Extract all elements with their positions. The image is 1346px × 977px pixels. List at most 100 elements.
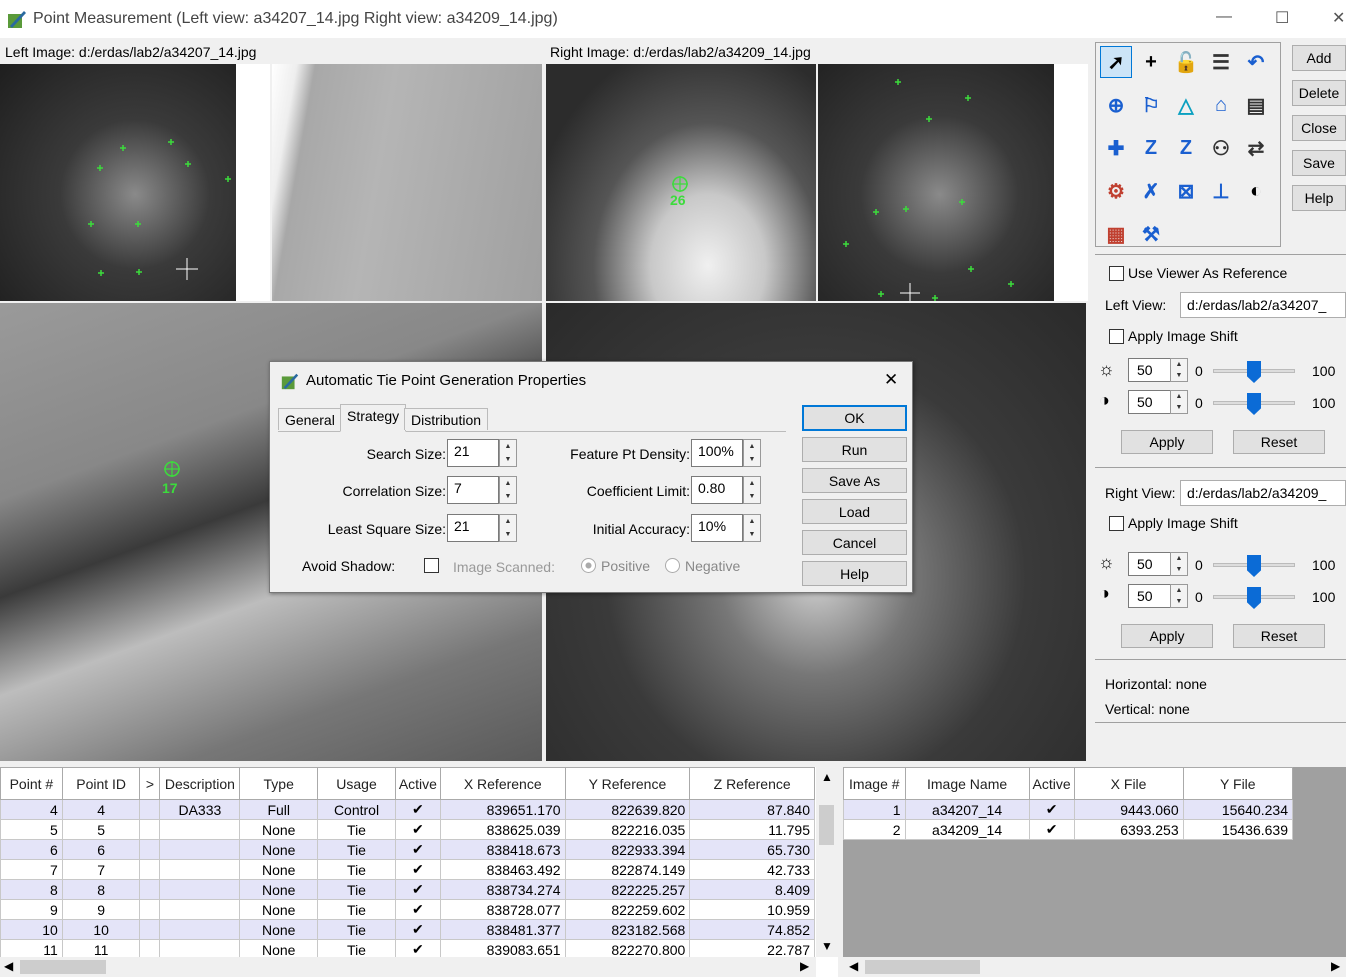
table-cell[interactable]: Full xyxy=(239,799,319,820)
table-row[interactable]: 2 a34209_14 ✔ 6393.253 15436.639 xyxy=(843,819,1294,840)
left-view-combo[interactable]: d:/erdas/lab2/a34207_ xyxy=(1180,292,1346,318)
right-overview-image[interactable] xyxy=(818,64,1088,301)
correlation-size-input[interactable]: 7 xyxy=(447,476,499,504)
maximize-button[interactable]: ☐ xyxy=(1275,8,1289,28)
table-cell[interactable] xyxy=(139,819,161,840)
right-reset-button[interactable]: Reset xyxy=(1233,624,1325,648)
table-cell[interactable]: DA333 xyxy=(159,799,241,820)
table-cell[interactable]: 10.959 xyxy=(689,899,815,920)
avoid-shadow-checkbox[interactable] xyxy=(424,558,439,573)
right-apply-shift-checkbox[interactable] xyxy=(1109,516,1124,531)
table-cell[interactable]: 822639.820 xyxy=(564,799,691,820)
table-row[interactable]: 8 8 None Tie ✔ 838734.274 822225.257 8.409 xyxy=(0,879,815,900)
points-horizontal-scrollbar[interactable]: ◀ ▶ xyxy=(0,957,816,977)
tab-distribution[interactable]: Distribution xyxy=(404,408,489,430)
column-header[interactable]: X Reference xyxy=(439,767,566,800)
table-cell[interactable]: 9 xyxy=(61,899,141,920)
grid-icon[interactable]: ▦ xyxy=(1100,218,1132,250)
table-cell[interactable]: a34209_14 xyxy=(904,819,1030,840)
use-viewer-reference-checkbox[interactable] xyxy=(1109,266,1124,281)
column-header[interactable]: Point ID xyxy=(61,767,141,800)
table-cell[interactable]: ✔ xyxy=(394,799,441,820)
column-header[interactable]: Active xyxy=(1028,767,1075,800)
column-header[interactable]: Y File xyxy=(1182,767,1294,800)
table-cell[interactable]: 6 xyxy=(61,839,141,860)
table-cell[interactable]: 11.795 xyxy=(689,819,815,840)
least-square-input[interactable]: 21 xyxy=(447,514,499,542)
table-cell[interactable]: 5 xyxy=(61,819,141,840)
table-cell[interactable]: 838734.274 xyxy=(439,879,566,900)
table-cell[interactable] xyxy=(139,799,161,820)
table-cell[interactable]: 6 xyxy=(0,839,63,860)
report-icon[interactable]: ▤ xyxy=(1240,89,1272,121)
dialog-help-button[interactable]: Help xyxy=(802,561,907,586)
table-row[interactable]: 5 5 None Tie ✔ 838625.039 822216.035 11.795 xyxy=(0,819,815,840)
properties-icon[interactable]: ⚒ xyxy=(1135,218,1167,250)
tab-general[interactable]: General xyxy=(278,408,342,430)
column-header[interactable]: Active xyxy=(394,767,441,800)
table-row[interactable]: 6 6 None Tie ✔ 838418.673 822933.394 65.730 xyxy=(0,839,815,860)
right-view-combo[interactable]: d:/erdas/lab2/a34209_ xyxy=(1180,480,1346,506)
save-button[interactable]: Save xyxy=(1292,150,1346,176)
tab-strategy[interactable]: Strategy xyxy=(340,404,407,432)
table-cell[interactable]: 838418.673 xyxy=(439,839,566,860)
table-cell[interactable]: a34207_14 xyxy=(904,799,1030,820)
table-cell[interactable]: 4 xyxy=(0,799,63,820)
table-cell[interactable]: 42.733 xyxy=(689,859,815,880)
z-box-icon[interactable]: Z xyxy=(1170,132,1202,164)
cancel-button[interactable]: Cancel xyxy=(802,530,907,555)
table-cell[interactable]: None xyxy=(239,879,319,900)
left-zoom-image[interactable] xyxy=(272,64,542,301)
right-contrast-spinner[interactable]: ▲ ▼ xyxy=(1170,584,1188,608)
close-window-button[interactable]: ✕ xyxy=(1332,8,1345,28)
right-brightness-spinner[interactable]: ▲ ▼ xyxy=(1170,552,1188,576)
table-cell[interactable]: 1 xyxy=(843,799,906,820)
left-reset-button[interactable]: Reset xyxy=(1233,430,1325,454)
table-cell[interactable]: ✔ xyxy=(394,839,441,860)
table-cell[interactable] xyxy=(159,899,241,920)
dialog-close-button[interactable]: ✕ xyxy=(884,370,898,390)
column-header[interactable]: > xyxy=(139,767,161,800)
table-icon[interactable]: ☰ xyxy=(1205,46,1237,78)
column-header[interactable]: Image Name xyxy=(904,767,1030,800)
table-cell[interactable]: 10 xyxy=(0,919,63,940)
adjust-icon[interactable]: ⚙ xyxy=(1100,175,1132,207)
table-cell[interactable] xyxy=(159,839,241,860)
feature-density-spinner[interactable]: ▲ ▼ xyxy=(743,439,761,467)
column-header[interactable]: Y Reference xyxy=(564,767,691,800)
drive-icon[interactable]: ⚐ xyxy=(1135,89,1167,121)
z-icon[interactable]: Z xyxy=(1135,132,1167,164)
left-apply-shift-checkbox[interactable] xyxy=(1109,329,1124,344)
table-cell[interactable] xyxy=(159,859,241,880)
table-cell[interactable]: 9443.060 xyxy=(1073,799,1184,820)
table-row[interactable]: 4 4 DA333 Full Control ✔ 839651.170 822639.820 8… xyxy=(0,799,815,820)
initial-accuracy-spinner[interactable]: ▲ ▼ xyxy=(743,514,761,542)
crosshair-icon[interactable]: + xyxy=(1135,46,1167,78)
table-cell[interactable]: 822216.035 xyxy=(564,819,691,840)
coefficient-limit-input[interactable]: 0.80 xyxy=(691,476,743,504)
scroll-left-icon[interactable]: ◀ xyxy=(849,959,858,973)
scroll-right-icon[interactable]: ▶ xyxy=(1331,959,1340,973)
table-cell[interactable]: 838463.492 xyxy=(439,859,566,880)
select-arrow-icon[interactable]: ➚ xyxy=(1100,46,1132,78)
image-horizontal-scrollbar[interactable]: ◀ ▶ xyxy=(843,957,1346,977)
table-cell[interactable]: 8 xyxy=(61,879,141,900)
close-button[interactable]: Close xyxy=(1292,115,1346,141)
table-cell[interactable]: Tie xyxy=(317,899,396,920)
feature-density-input[interactable]: 100% xyxy=(691,439,743,467)
left-overview-image[interactable] xyxy=(0,64,270,301)
table-cell[interactable]: Tie xyxy=(317,919,396,940)
column-header[interactable]: X File xyxy=(1073,767,1184,800)
level-icon[interactable]: ⊥ xyxy=(1205,175,1237,207)
correlation-size-spinner[interactable]: ▲ ▼ xyxy=(499,476,517,504)
undo-icon[interactable]: ↶ xyxy=(1240,46,1272,78)
points-vertical-scrollbar[interactable]: ▲ ▼ xyxy=(816,767,838,957)
table-cell[interactable] xyxy=(139,919,161,940)
table-cell[interactable]: 9 xyxy=(0,899,63,920)
table-cell[interactable] xyxy=(159,919,241,940)
table-cell[interactable]: 838625.039 xyxy=(439,819,566,840)
table-row[interactable]: 9 9 None Tie ✔ 838728.077 822259.602 10.959 xyxy=(0,899,815,920)
minimize-button[interactable]: — xyxy=(1216,8,1232,26)
initial-accuracy-input[interactable]: 10% xyxy=(691,514,743,542)
column-header[interactable]: Usage xyxy=(317,767,396,800)
